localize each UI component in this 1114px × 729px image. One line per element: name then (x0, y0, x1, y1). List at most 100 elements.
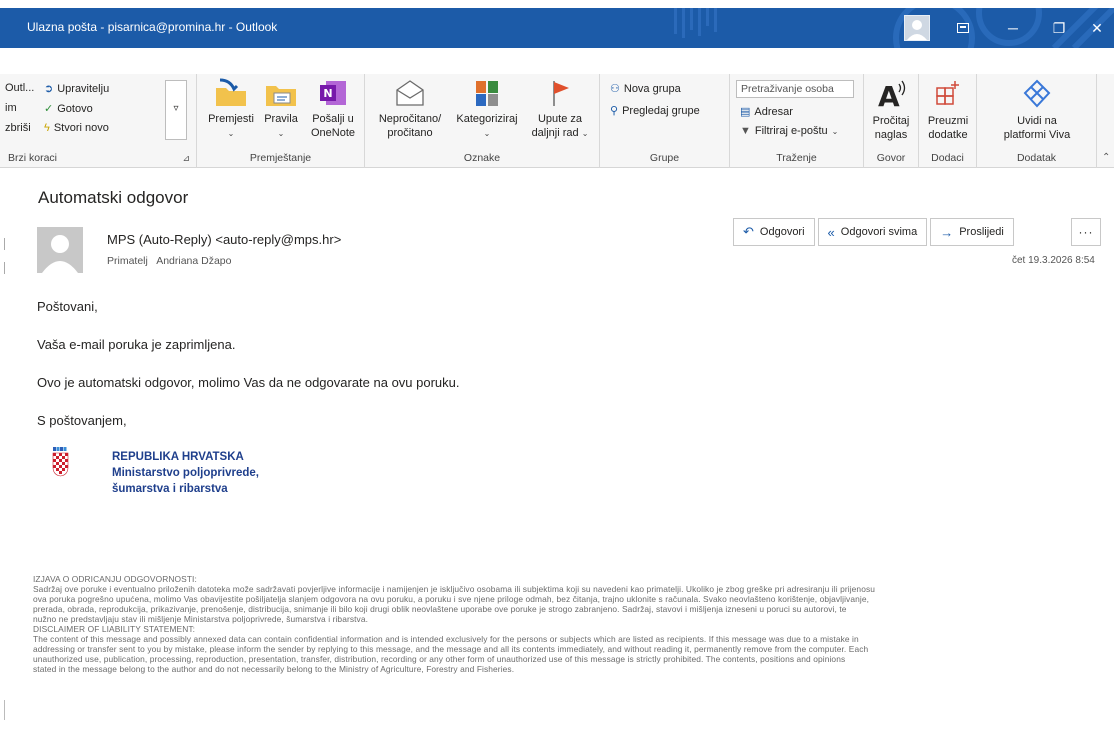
quick-step-create-new-label: Stvori novo (53, 122, 109, 134)
move-group-label: Premještanje (249, 152, 312, 164)
move-button-label: Premjesti (208, 113, 254, 125)
sender-name[interactable]: MPS (Auto-Reply) <auto-reply@mps.hr> (107, 232, 341, 247)
read-aloud-icon: A (878, 80, 906, 110)
minimize-button[interactable]: ─ (990, 8, 1036, 48)
reply-all-button[interactable]: « Odgovori svima (817, 218, 928, 246)
read-aloud-label-1: Pročitaj (872, 115, 910, 127)
window-title: Ulazna pošta - pisarnica@promina.hr - Ou… (27, 20, 278, 34)
quick-steps-gallery-scroll[interactable]: ▿ (165, 80, 187, 140)
people-icon: ⚇ (610, 83, 620, 95)
categorize-button[interactable]: Kategoriziraj ⌄ (451, 78, 523, 141)
new-group-button[interactable]: ⚇ Nova grupa (610, 82, 681, 96)
move-button[interactable]: Premjesti ⌄ (206, 78, 256, 141)
reply-icon: ↶ (743, 224, 754, 239)
envelope-icon (396, 80, 424, 106)
quick-step-manager-label: Upravitelju (57, 82, 110, 95)
filter-email-button[interactable]: ▼ Filtriraj e-poštu ⌄ (740, 125, 838, 137)
viva-insights-label-2: platformi Viva (1003, 129, 1071, 141)
speech-group-label: Govor (876, 152, 906, 164)
chevron-down-icon: ⌄ (831, 126, 839, 136)
more-actions-button[interactable]: ··· (1071, 218, 1101, 246)
rules-button-label: Pravila (264, 113, 298, 125)
rules-icon (266, 86, 296, 106)
categorize-label: Kategoriziraj (456, 113, 518, 125)
ribbon-group-speech: A Pročitaj naglas Govor (864, 74, 919, 168)
quick-step-outlook-label: Outl... (5, 82, 35, 94)
unread-read-label-1: Nepročitano/ (378, 113, 442, 125)
account-avatar-button[interactable] (904, 15, 930, 41)
close-button[interactable]: ✕ (1080, 8, 1114, 48)
people-search-input[interactable]: Pretraživanje osoba (736, 80, 854, 98)
reply-label: Odgovori (759, 226, 805, 238)
ribbon-group-find: Pretraživanje osoba ▤ Adresar ▼ Filtrira… (730, 74, 864, 168)
quick-step-outlook[interactable]: Outl... (5, 82, 34, 94)
quick-step-manager[interactable]: ➲ Upravitelju (44, 82, 110, 96)
viva-insights-label-1: Uvidi na (1017, 115, 1057, 127)
onenote-icon: N (320, 81, 346, 105)
address-book-button[interactable]: ▤ Adresar (740, 105, 793, 119)
sender-avatar (37, 227, 83, 273)
read-aloud-button[interactable]: A Pročitaj naglas (866, 78, 916, 142)
reply-all-icon: « (827, 224, 835, 240)
get-addins-button[interactable]: Preuzmi dodatke (922, 78, 974, 142)
forward-label: Proslijedi (959, 226, 1004, 238)
checkmark-icon: ✓ (44, 103, 54, 115)
address-book-icon: ▤ (740, 106, 751, 118)
reply-button[interactable]: ↶ Odgovori (733, 218, 815, 246)
recipient-line: Primatelj Andriana Džapo (107, 255, 232, 267)
browse-groups-button[interactable]: ⚲ Pregledaj grupe (610, 104, 700, 118)
tags-group-label: Oznake (463, 152, 501, 164)
viva-insights-button[interactable]: Uvidi na platformi Viva (985, 78, 1089, 142)
reading-pane-left-edge (4, 700, 5, 720)
follow-up-button[interactable]: Upute za daljnji rad ⌄ (525, 78, 595, 141)
message-actions: ↶ Odgovori « Odgovori svima → Proslijedi (733, 218, 1014, 246)
reading-pane-edge-marker (4, 262, 6, 274)
svg-text:A: A (878, 80, 900, 110)
ribbon-group-groups: ⚇ Nova grupa ⚲ Pregledaj grupe Grupe (600, 74, 730, 168)
recipient-name[interactable]: Andriana Džapo (156, 255, 231, 267)
quick-step-done[interactable]: ✓ Gotovo (44, 102, 93, 116)
signature-line-3: šumarstva i ribarstva (112, 483, 228, 495)
disclaimer-en-line: stated in the message belong to the auth… (33, 664, 515, 674)
flag-icon (553, 81, 569, 106)
read-aloud-label-2: naglas (874, 129, 908, 141)
signature-line-2: Ministarstvo poljoprivrede, (112, 467, 259, 479)
follow-up-label-1: Upute za (537, 113, 583, 125)
ribbon-group-quick-steps: Outl... ➲ Upravitelju im ✓ Gotovo zbriši… (0, 74, 197, 168)
message-date: čet 19.3.2026 8:54 (1012, 255, 1095, 266)
quick-step-delete[interactable]: zbriši (5, 122, 31, 134)
filter-icon: ▼ (740, 125, 751, 137)
recipient-label: Primatelj (107, 255, 148, 267)
send-to-onenote-label-1: Pošalji u (312, 113, 354, 125)
quick-step-im-label: im (5, 102, 17, 114)
quick-step-done-label: Gotovo (57, 102, 93, 115)
croatian-coat-of-arms-logo (52, 447, 69, 477)
body-line-2: Ovo je automatski odgovor, molimo Vas da… (37, 375, 460, 390)
rules-button[interactable]: Pravila ⌄ (259, 78, 303, 141)
message-subject: Automatski odgovor (38, 188, 189, 207)
dialog-launcher-icon[interactable]: ⊿ (182, 153, 190, 164)
address-book-label: Adresar (754, 105, 793, 118)
ribbon-display-icon (957, 23, 969, 33)
chevron-down-icon: ⌄ (227, 129, 235, 138)
quick-step-im[interactable]: im (5, 102, 17, 114)
find-group-label: Traženje (776, 152, 817, 164)
forward-button[interactable]: → Proslijedi (930, 218, 1014, 246)
send-to-onenote-label-2: OneNote (310, 127, 356, 139)
chevron-down-icon: ⌄ (277, 129, 285, 138)
ribbon-group-addins: Preuzmi dodatke Dodaci (919, 74, 977, 168)
addins-icon (936, 81, 959, 105)
user-icon (907, 20, 927, 40)
forward-mail-icon: ➲ (44, 83, 54, 95)
get-addins-label-1: Preuzmi (927, 115, 969, 127)
collapse-ribbon-icon[interactable]: ⌃ (1102, 152, 1110, 163)
restore-button[interactable]: ❐ (1036, 8, 1082, 48)
chevron-down-icon: ⌄ (581, 129, 589, 138)
unread-read-button[interactable]: Nepročitano/ pročitano (371, 78, 449, 140)
send-to-onenote-button[interactable]: N Pošalji u OneNote (305, 78, 361, 140)
ribbon-display-button[interactable] (940, 8, 986, 48)
quick-step-create-new[interactable]: ϟ Stvori novo (44, 122, 109, 134)
body-greeting: Poštovani, (37, 299, 98, 314)
addins-group-label: Dodaci (931, 152, 964, 164)
person-silhouette-icon (42, 235, 78, 273)
